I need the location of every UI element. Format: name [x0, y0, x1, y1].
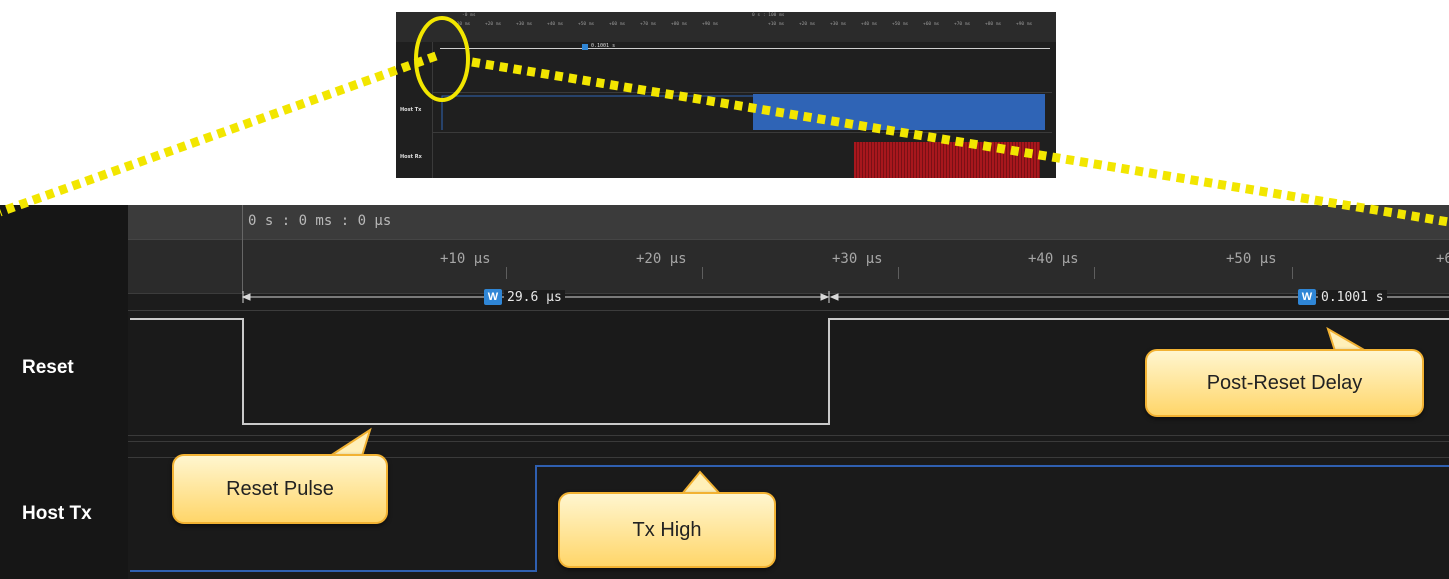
overview-tx-activity: [753, 94, 1045, 130]
callout-tx-high: Tx High: [558, 492, 776, 568]
callout-reset-pulse: Reset Pulse: [172, 454, 388, 524]
time-tick-mark: [506, 267, 507, 279]
time-tick-label: +10 µs: [440, 251, 491, 267]
time-tick-label: +50 µs: [1226, 251, 1277, 267]
measurement-value-delay: 0.1001 s: [1318, 290, 1387, 305]
callout-post-reset-delay: Post-Reset Delay: [1145, 349, 1424, 417]
time-tick-label: +6: [1436, 251, 1449, 267]
overview-thumbnail[interactable]: -0 ms 0 s : 100 ms +10 ms +20 ms +30 ms +40…: [396, 12, 1056, 178]
time-tick-label: +20 µs: [636, 251, 687, 267]
measurement-badge-delay[interactable]: W: [1298, 289, 1316, 305]
time-tick-label: +30 µs: [832, 251, 883, 267]
callout-reset-pulse-text: Reset Pulse: [226, 478, 334, 500]
time-tick-mark: [1094, 267, 1095, 279]
time-tick-mark: [702, 267, 703, 279]
time-tick-label: +40 µs: [1028, 251, 1079, 267]
measurement-badge-pulse[interactable]: W: [484, 289, 502, 305]
callout-tx-high-text: Tx High: [632, 519, 702, 541]
time-tick-mark: [1292, 267, 1293, 279]
callout-post-reset-text: Post-Reset Delay: [1206, 372, 1363, 394]
overview-rx-activity: [854, 142, 1040, 178]
time-tick-mark: [898, 267, 899, 279]
measurement-value-pulse: 29.6 µs: [504, 290, 565, 305]
